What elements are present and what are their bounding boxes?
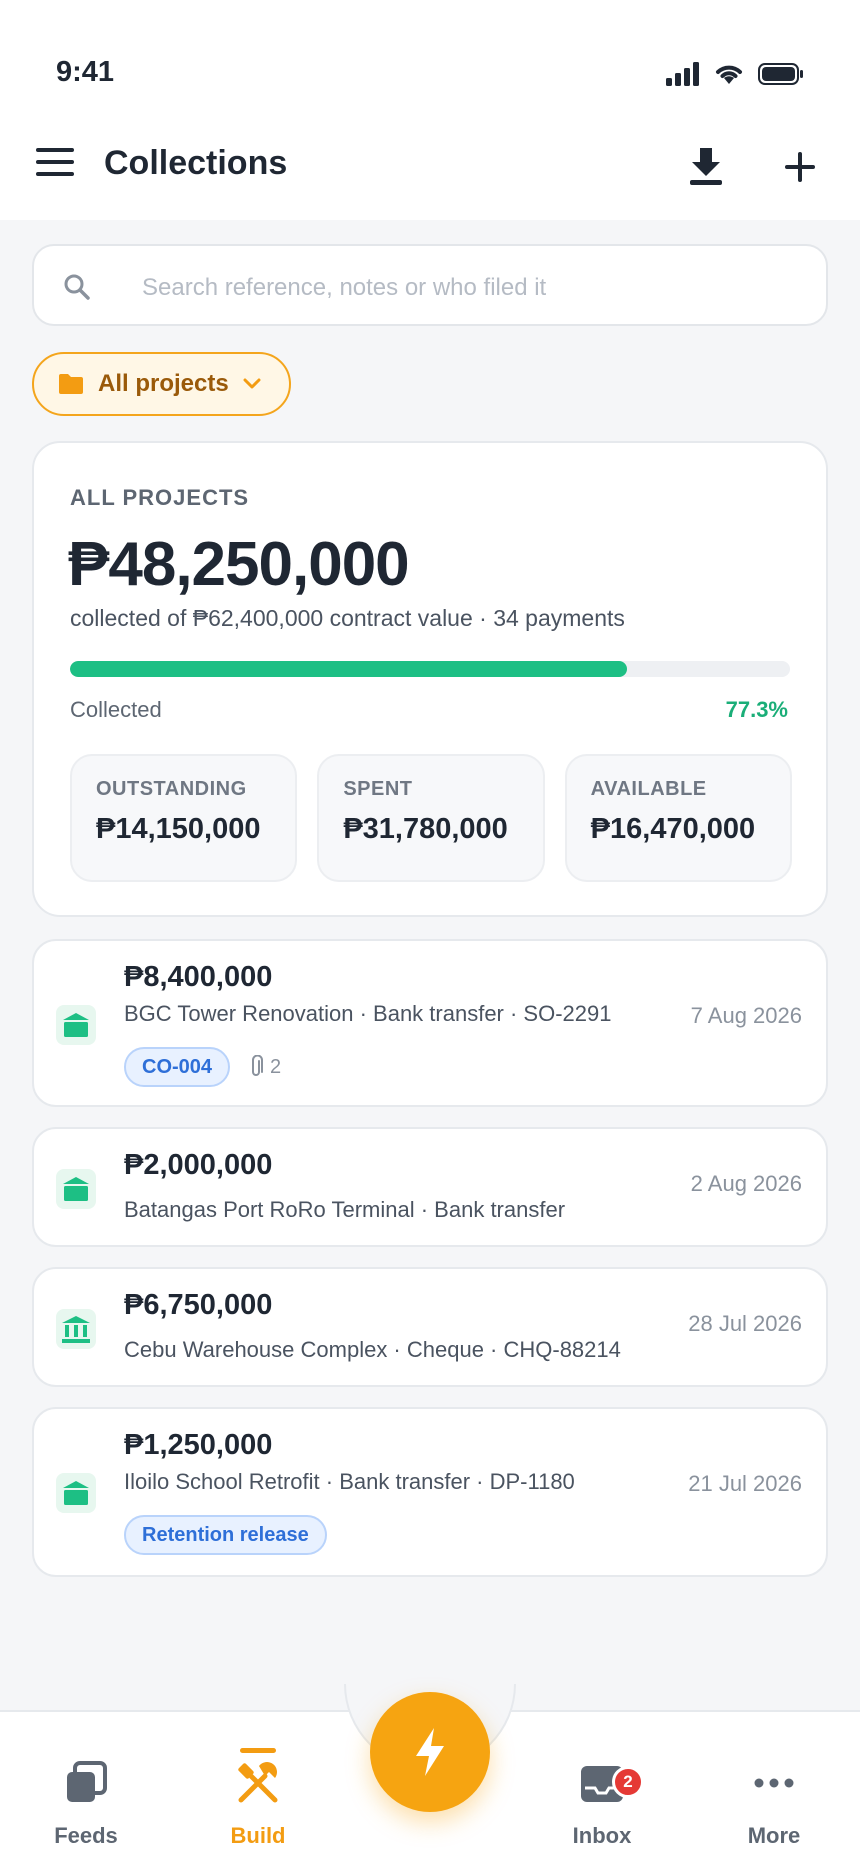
hamburger-icon	[36, 148, 74, 152]
wifi-icon	[716, 65, 742, 84]
payment-item[interactable]: ₱6,750,000 Cebu Warehouse Complex · Cheq…	[32, 1267, 828, 1387]
bank-transfer-icon	[56, 1473, 96, 1513]
change-order-tag[interactable]: CO-004	[124, 1047, 231, 1087]
payment-description: Batangas Port RoRo Terminal · Bank trans…	[124, 1197, 566, 1222]
add-button[interactable]	[778, 142, 822, 190]
payment-date: 21 Jul 2026	[688, 1471, 802, 1496]
progress-percent: 77.3%	[725, 697, 788, 722]
cellular-signal-icon	[666, 62, 699, 86]
bank-transfer-icon	[56, 1005, 96, 1045]
stat-label: OUTSTANDING	[96, 778, 247, 800]
stat-label: AVAILABLE	[590, 778, 707, 800]
download-icon	[690, 148, 722, 185]
nav-feeds[interactable]: Feeds	[26, 1760, 146, 1849]
stat-label: SPENT	[343, 778, 413, 800]
bank-transfer-icon	[56, 1169, 96, 1209]
nav-label: Build	[230, 1823, 286, 1848]
paperclip-icon	[252, 1055, 263, 1076]
collections-summary-card: ALL PROJECTS ₱48,250,000 collected of ₱6…	[32, 441, 828, 917]
collection-progress-bar	[70, 661, 790, 677]
active-tab-indicator	[240, 1748, 276, 1753]
stat-spent: SPENT ₱31,780,000	[317, 754, 545, 882]
payment-amount: ₱8,400,000	[124, 961, 273, 993]
attachment-count: 2	[248, 1055, 281, 1079]
build-tools-icon	[238, 1762, 278, 1803]
stat-value: ₱14,150,000	[96, 813, 261, 845]
payment-amount: ₱2,000,000	[124, 1149, 273, 1181]
payment-description: Iloilo School Retrofit · Bank transfer ·…	[124, 1469, 575, 1494]
download-button[interactable]	[684, 142, 728, 190]
stat-available: AVAILABLE ₱16,470,000	[564, 754, 792, 882]
payment-item[interactable]: ₱8,400,000 BGC Tower Renovation · Bank t…	[32, 939, 828, 1107]
search-input[interactable]: Search reference, notes or who filed it	[32, 244, 828, 326]
retention-release-tag[interactable]: Retention release	[124, 1515, 327, 1555]
payment-description: BGC Tower Renovation · Bank transfer · S…	[124, 1001, 612, 1026]
payment-description: Cebu Warehouse Complex · Cheque · CHQ-88…	[124, 1337, 621, 1362]
filter-label: All projects	[98, 370, 229, 397]
nav-more[interactable]: More	[714, 1760, 834, 1849]
status-icons	[666, 62, 804, 86]
summary-label: ALL PROJECTS	[70, 485, 250, 510]
project-filter-chip[interactable]: All projects	[32, 352, 291, 416]
search-placeholder: Search reference, notes or who filed it	[142, 274, 547, 301]
collection-progress-fill	[70, 661, 627, 677]
summary-stats: OUTSTANDING ₱14,150,000 SPENT ₱31,780,00…	[70, 754, 792, 882]
lightning-icon	[416, 1728, 444, 1776]
battery-icon	[758, 63, 803, 85]
toolbar: Collections	[0, 130, 860, 202]
collected-total: ₱48,250,000	[68, 530, 410, 599]
bank-building-icon	[56, 1309, 96, 1349]
plus-icon	[785, 152, 815, 182]
payment-date: 28 Jul 2026	[688, 1311, 802, 1336]
folder-icon	[59, 374, 83, 394]
stat-value: ₱16,470,000	[590, 813, 756, 845]
search-icon	[64, 274, 90, 300]
menu-button[interactable]	[36, 148, 76, 184]
inbox-badge: 2	[612, 1766, 644, 1798]
chevron-down-icon	[243, 378, 261, 389]
attachment-count-value: 2	[270, 1055, 282, 1078]
more-dots-icon	[754, 1778, 794, 1788]
stat-outstanding: OUTSTANDING ₱14,150,000	[70, 754, 298, 882]
payment-date: 2 Aug 2026	[690, 1171, 802, 1196]
quick-action-button[interactable]	[370, 1692, 490, 1812]
progress-label: Collected	[70, 697, 162, 722]
nav-build[interactable]: Build	[198, 1760, 318, 1849]
payment-item[interactable]: ₱1,250,000 Iloilo School Retrofit · Bank…	[32, 1407, 828, 1577]
payment-list: ₱8,400,000 BGC Tower Renovation · Bank t…	[32, 939, 828, 1597]
page-title: Collections	[104, 144, 288, 182]
nav-inbox[interactable]: Inbox	[542, 1760, 662, 1849]
payment-amount: ₱1,250,000	[124, 1429, 273, 1461]
nav-label: More	[747, 1823, 801, 1848]
payment-date: 7 Aug 2026	[690, 1003, 802, 1028]
nav-label: Inbox	[572, 1823, 632, 1848]
payment-amount: ₱6,750,000	[124, 1289, 273, 1321]
summary-subtitle: collected of ₱62,400,000 contract value …	[70, 605, 625, 631]
stat-value: ₱31,780,000	[343, 813, 508, 845]
payment-item[interactable]: ₱2,000,000 Batangas Port RoRo Terminal ·…	[32, 1127, 828, 1247]
status-time: 9:41	[56, 56, 115, 88]
nav-label: Feeds	[54, 1823, 118, 1848]
feeds-icon	[67, 1761, 107, 1802]
